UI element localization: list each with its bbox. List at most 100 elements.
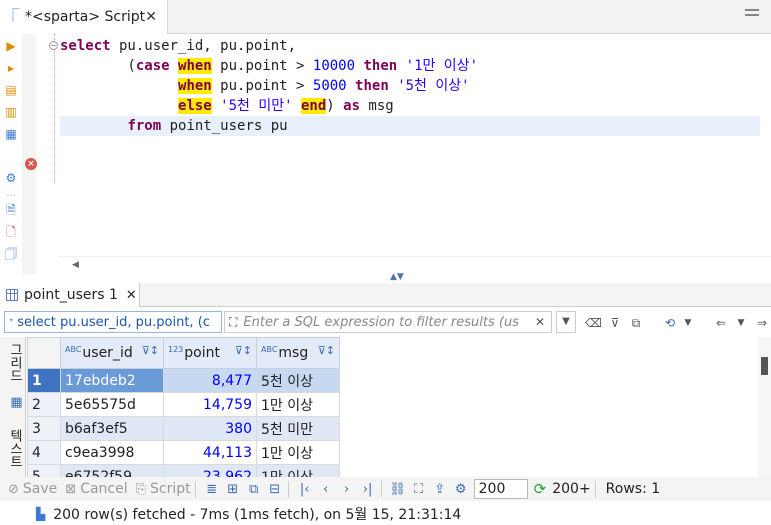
clear-filter-icon[interactable]: ✕ [535, 315, 545, 329]
tab-text-view[interactable]: 텍스트 [2, 429, 24, 468]
first-page-icon[interactable]: |‹ [296, 482, 314, 497]
column-header-msg[interactable]: ABCmsg ⊽↕ [256, 337, 340, 369]
toolbar-divider [594, 481, 596, 497]
save-button[interactable]: ⊘ Save [8, 481, 57, 497]
table-row[interactable]: 3 b6af3ef5 380 5천 미만 [27, 416, 340, 441]
table-row[interactable]: 1 17ebdeb2 8,477 5천 이상 [27, 368, 340, 393]
filter-input[interactable]: ⛶ Enter a SQL expression to filter resul… [224, 311, 552, 333]
fetch-all-button[interactable]: 200+ [552, 481, 590, 497]
filter-settings-icon[interactable]: ⊽ [607, 315, 623, 331]
minimize-icon[interactable] [745, 9, 759, 16]
close-tab-icon[interactable]: ✕ [145, 9, 157, 25]
cell-msg[interactable]: 1만 이상 [256, 392, 340, 417]
status-message: 200 row(s) fetched - 7ms (1ms fetch), on… [53, 507, 462, 523]
cell-point[interactable]: 8,477 [163, 368, 257, 393]
filter-history-dropdown[interactable]: ▼ [556, 311, 576, 333]
editor-tabbar: ⎾ *<sparta> Script ✕ [0, 0, 771, 34]
results-grid[interactable]: ABCuser_id ⊽↕ 123point ⊽↕ ABCmsg ⊽↕ 1 17ebd… [27, 337, 771, 477]
error-marker-icon[interactable]: × [25, 158, 37, 170]
delete-row-icon[interactable]: ⊟ [266, 482, 284, 497]
export-data-icon[interactable]: ⇪ [431, 482, 449, 497]
edit-row-icon[interactable]: ≣ [203, 482, 221, 497]
cell-msg[interactable]: 5천 미만 [256, 416, 340, 441]
save-script-icon[interactable]: 🗍 [3, 246, 19, 262]
close-results-tab-icon[interactable]: ✕ [126, 288, 137, 303]
code-area[interactable]: − select pu.user_id, pu.point, (case when… [49, 36, 760, 136]
cell-point[interactable]: 44,113 [163, 440, 257, 465]
cell-user-id[interactable]: 5e65575d [60, 392, 164, 417]
execute-script-new-tab-icon[interactable]: ▥ [3, 104, 19, 120]
back-arrow-icon[interactable]: ⇐ [713, 315, 729, 331]
table-icon [6, 289, 18, 301]
result-view-tabs: 그리드 ▦ 텍스트 [0, 337, 26, 477]
tab-script[interactable]: ⎾ *<sparta> Script ✕ [0, 0, 168, 34]
scroll-left-icon[interactable]: ◀ [72, 260, 79, 270]
cell-point[interactable]: 14,759 [163, 392, 257, 417]
code-line-4: else '5천 미만' end) as msg [178, 98, 394, 114]
fold-ruler [54, 34, 55, 184]
refresh-mode-icon[interactable]: ⟲ [662, 315, 678, 331]
add-row-icon[interactable]: ⊞ [224, 482, 242, 497]
copy-row-icon[interactable]: ⧉ [245, 482, 263, 497]
link-icon[interactable]: ⛓ [389, 482, 407, 497]
cancel-icon: ⊠ [65, 481, 77, 497]
refresh-dropdown-icon[interactable]: ▼ [680, 315, 696, 331]
settings-gear-icon[interactable]: ⚙ [3, 170, 19, 186]
row-number[interactable]: 2 [27, 392, 61, 417]
explain-plan-icon[interactable]: ▦ [3, 126, 19, 142]
tab-grid-view[interactable]: 그리드 [2, 343, 24, 382]
code-line-3: when pu.point > 5000 then '5천 이상' [178, 78, 470, 94]
row-number[interactable]: 3 [27, 416, 61, 441]
cell-user-id[interactable]: e6752f59 [60, 464, 164, 477]
filter-columns-icon[interactable]: ⧉ [628, 315, 644, 331]
cell-msg[interactable]: 1만 이상 [256, 440, 340, 465]
cancel-button[interactable]: ⊠ Cancel [65, 481, 127, 497]
back-dropdown-icon[interactable]: ▼ [733, 315, 749, 331]
forward-arrow-icon[interactable]: ⇒ [754, 315, 770, 331]
filter-sort-icon[interactable]: ⊽↕ [142, 344, 159, 357]
cell-point[interactable]: 380 [163, 416, 257, 441]
execute-new-tab-icon[interactable]: ▸ [3, 60, 19, 76]
panel-splitter-icon[interactable]: ▲▼ [390, 272, 404, 282]
column-header-user-id[interactable]: ABCuser_id ⊽↕ [60, 337, 164, 369]
scrollbar-thumb[interactable] [761, 357, 768, 375]
execute-statement-icon[interactable]: ▶ [3, 38, 19, 54]
cell-user-id[interactable]: 17ebdeb2 [60, 368, 164, 393]
script-button[interactable]: ⎘ Script [136, 481, 191, 497]
last-page-icon[interactable]: ›| [359, 482, 377, 497]
info-icon: ▙ [36, 507, 46, 521]
grid-vertical-scrollbar[interactable] [758, 337, 771, 477]
sql-editor[interactable]: × − select pu.user_id, pu.point, (case wh… [22, 34, 771, 274]
cell-msg[interactable]: 1만 이상 [256, 464, 340, 477]
fetch-size-input[interactable]: 200 [473, 479, 528, 499]
table-row[interactable]: 4 c9ea3998 44,113 1만 이상 [27, 440, 340, 465]
row-number[interactable]: 4 [27, 440, 61, 465]
fullscreen-icon[interactable]: ⛶ [410, 482, 428, 497]
cell-user-id[interactable]: b6af3ef5 [60, 416, 164, 441]
active-query-label[interactable]: ᐩ select pu.user_id, pu.point, (c [4, 311, 222, 333]
filter-sort-icon[interactable]: ⊽↕ [235, 344, 252, 357]
editor-horizontal-scrollbar[interactable]: ◀ [58, 256, 771, 272]
load-script-icon[interactable]: 🗋 [3, 224, 19, 240]
cell-point[interactable]: 23,962 [163, 464, 257, 477]
table-row[interactable]: 5 e6752f59 23,962 1만 이상 [27, 464, 340, 477]
results-toolbar: ⊘ Save ⊠ Cancel ⎘ Script ≣ ⊞ ⧉ ⊟ |‹ ‹ › ›| … [0, 477, 771, 501]
execute-script-icon[interactable]: ▤ [3, 82, 19, 98]
previous-page-icon[interactable]: ‹ [317, 482, 335, 497]
cell-user-id[interactable]: c9ea3998 [60, 440, 164, 465]
next-page-icon[interactable]: › [338, 482, 356, 497]
filter-sort-icon[interactable]: ⊽↕ [318, 344, 335, 357]
row-number[interactable]: 5 [27, 464, 61, 477]
tab-results[interactable]: point_users 1 ✕ [0, 283, 140, 307]
fold-toggle-icon[interactable]: − [49, 41, 58, 50]
fetch-settings-gear-icon[interactable]: ⚙ [452, 482, 470, 497]
table-row[interactable]: 2 5e65575d 14,759 1만 이상 [27, 392, 340, 417]
cell-msg[interactable]: 5천 이상 [256, 368, 340, 393]
expand-icon[interactable]: ⛶ [229, 315, 237, 330]
row-number[interactable]: 1 [27, 368, 61, 393]
refresh-icon[interactable]: ⟳ [534, 480, 547, 498]
grid-view-icon[interactable]: ▦ [2, 395, 24, 410]
export-icon[interactable]: 🗎 [3, 202, 19, 218]
eraser-icon[interactable]: ⌫ [585, 315, 602, 331]
column-header-point[interactable]: 123point ⊽↕ [163, 337, 257, 369]
